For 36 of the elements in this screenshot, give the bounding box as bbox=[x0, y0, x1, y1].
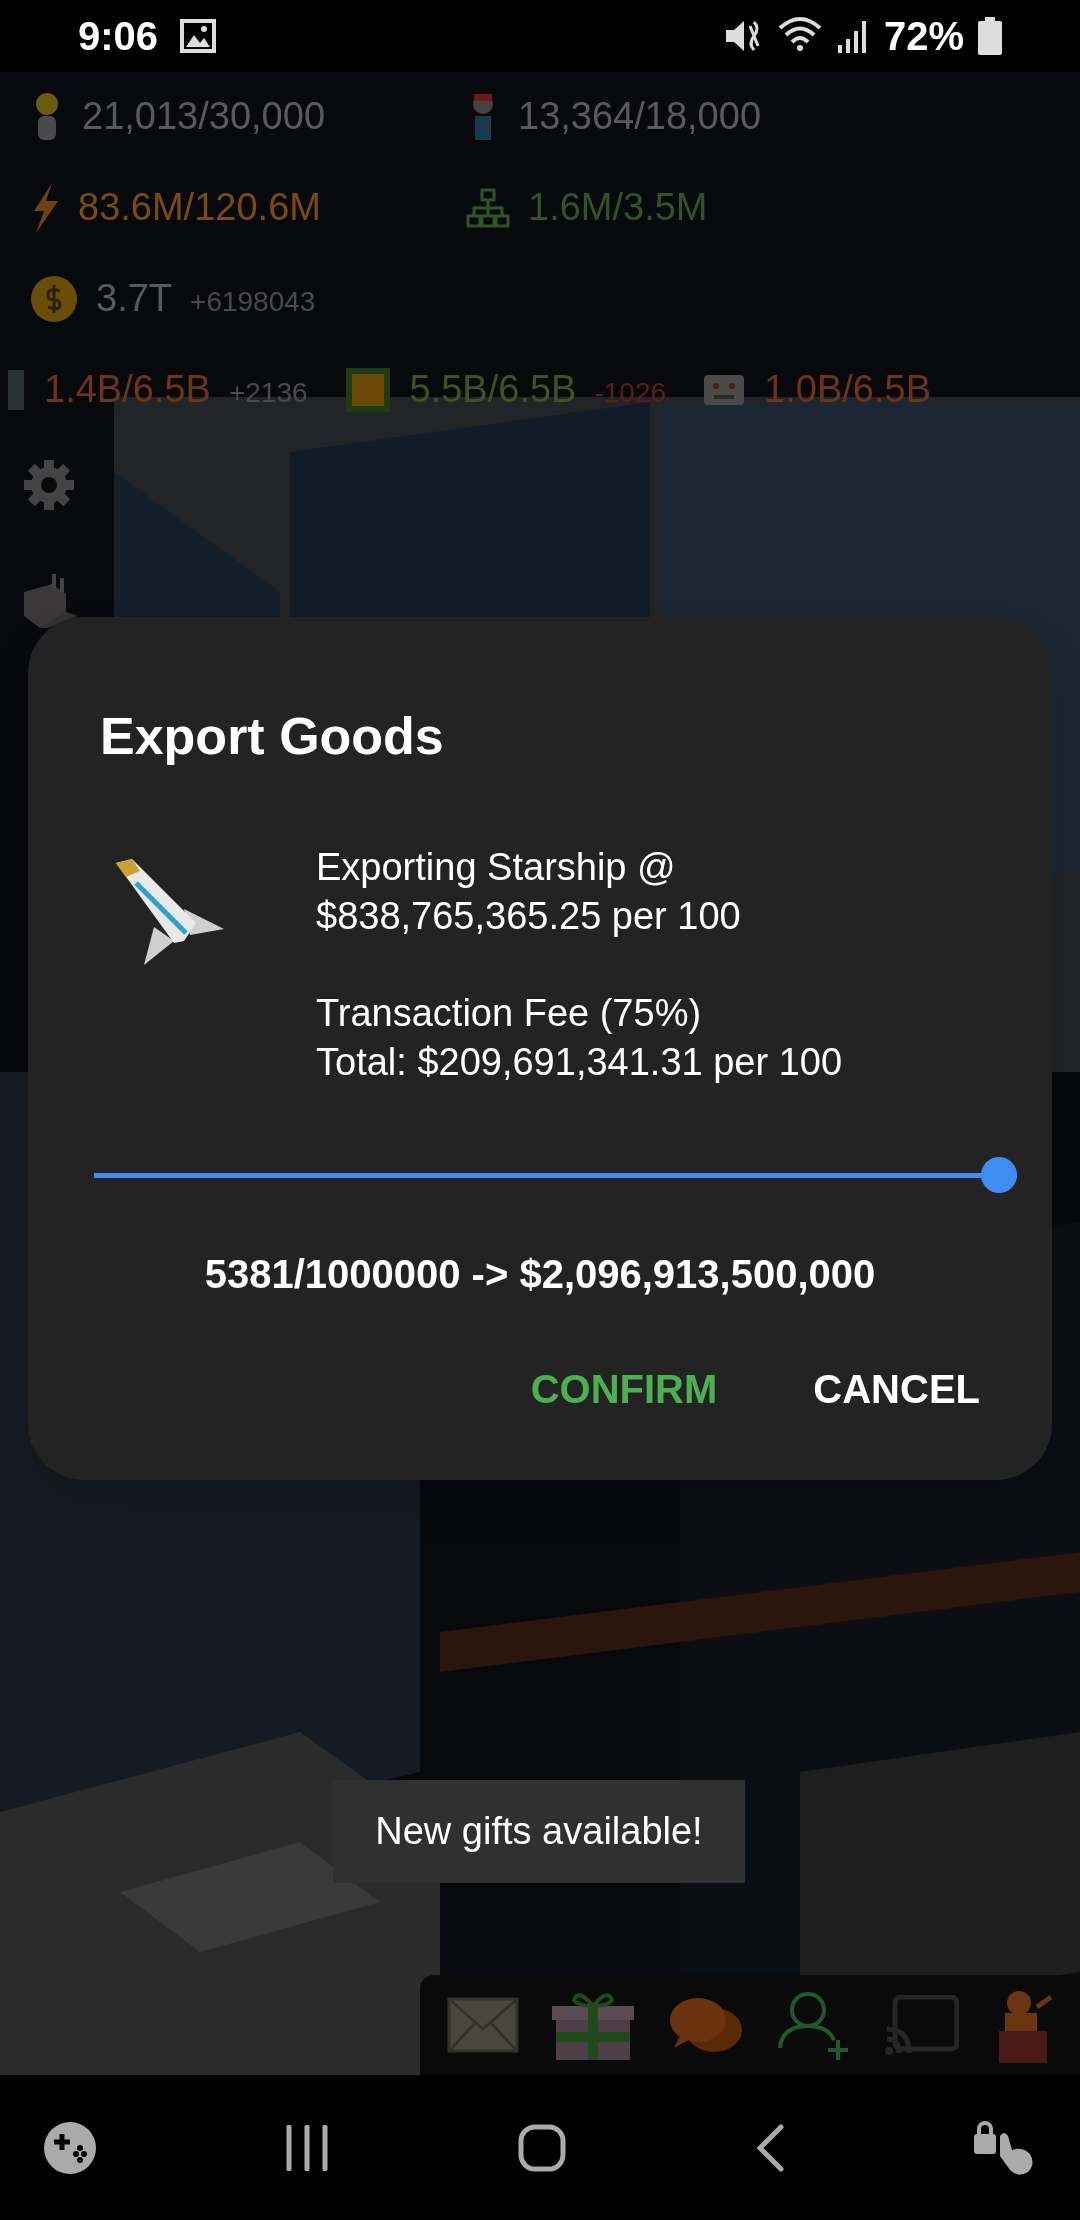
toast: New gifts available! bbox=[333, 1780, 745, 1883]
resource-value: 21,013/30,000 bbox=[82, 94, 325, 139]
resource-delta: -1026 bbox=[594, 375, 667, 410]
resource-value: 1.4B/6.5B bbox=[44, 367, 211, 412]
resource-value: 13,364/18,000 bbox=[518, 94, 761, 139]
confirm-button[interactable]: CONFIRM bbox=[530, 1359, 718, 1419]
game-launcher-icon[interactable] bbox=[44, 2121, 96, 2174]
factory-icon[interactable] bbox=[22, 572, 80, 630]
settings-icon[interactable] bbox=[22, 458, 76, 512]
touch-lock-icon[interactable] bbox=[974, 2119, 1036, 2176]
cast-icon[interactable] bbox=[885, 1995, 960, 2055]
image-icon bbox=[180, 19, 217, 53]
rocket-icon bbox=[114, 857, 224, 965]
resource-value: 83.6M/120.6M bbox=[78, 185, 321, 230]
resource-value: 5.5B/6.5B bbox=[409, 367, 577, 412]
back-icon[interactable] bbox=[755, 2123, 785, 2172]
battery-percentage: 72% bbox=[883, 13, 964, 60]
home-icon[interactable] bbox=[518, 2123, 566, 2172]
status-time: 9:06 bbox=[78, 13, 159, 60]
hierarchy-icon bbox=[466, 187, 510, 228]
resource-delta: +6198043 bbox=[190, 284, 316, 319]
chip-icon bbox=[343, 365, 392, 414]
coin-icon bbox=[30, 274, 78, 323]
export-info-text: Transaction Fee (75%) Total: $209,691,341.31 per 100 bbox=[316, 991, 843, 1085]
resource-value: 3.7T bbox=[96, 276, 173, 321]
dialog-title: Export Goods bbox=[100, 706, 444, 767]
recent-apps-icon[interactable] bbox=[285, 2124, 329, 2171]
resource-value: 1.0B/6.5B bbox=[764, 367, 931, 412]
resource-delta: +2136 bbox=[228, 375, 308, 410]
battery-icon bbox=[978, 17, 1002, 55]
export-info-text: Exporting Starship @ $838,765,365.25 per 100 bbox=[316, 845, 742, 939]
envelope-icon[interactable] bbox=[446, 1997, 519, 2053]
cancel-button[interactable]: CANCEL bbox=[813, 1359, 980, 1419]
resource-value: 1.6M/3.5M bbox=[528, 185, 708, 230]
robot-icon bbox=[702, 372, 747, 407]
export-summary: 5381/1000000 -> $2,096,913,500,000 bbox=[204, 1251, 876, 1298]
